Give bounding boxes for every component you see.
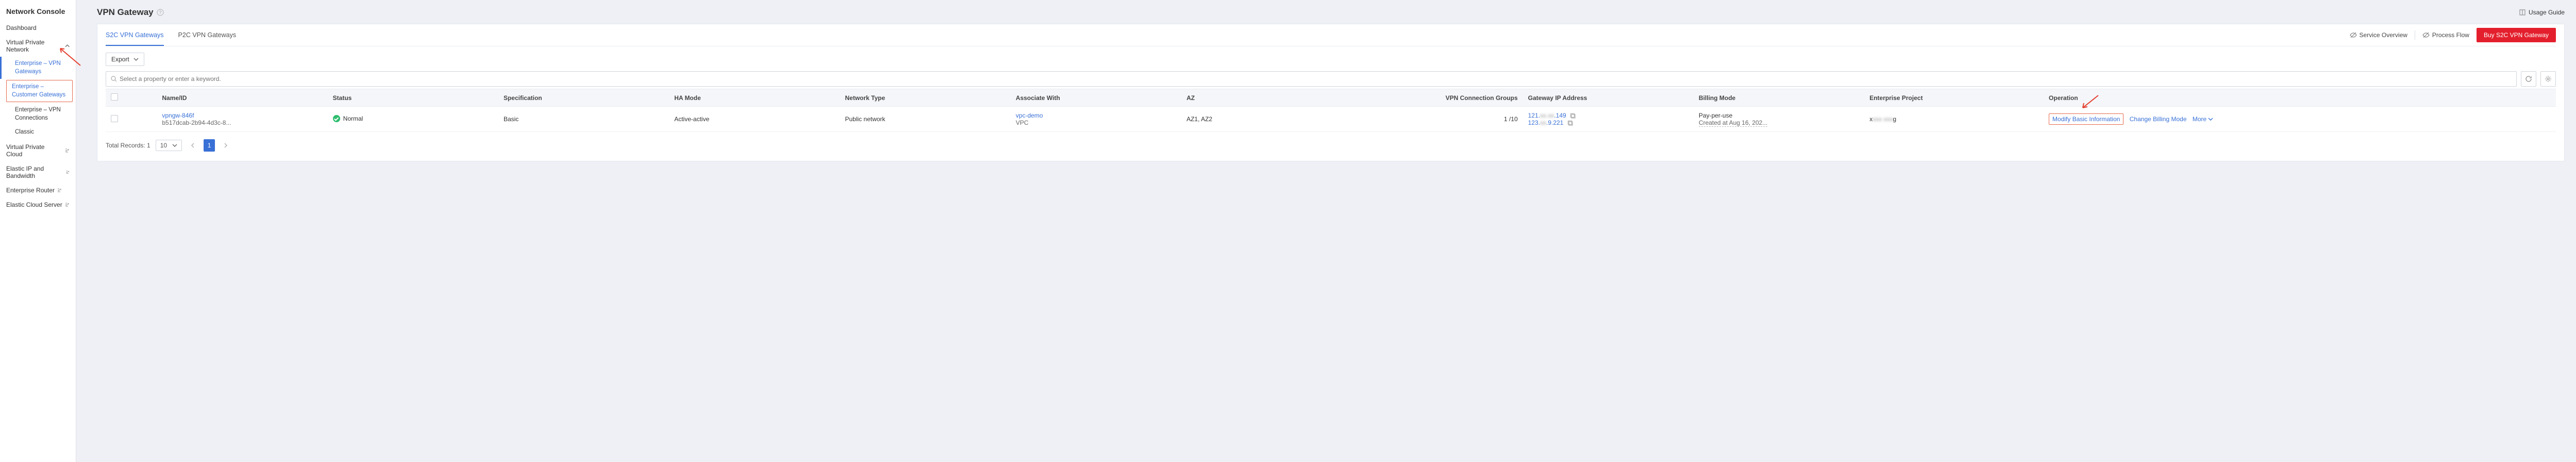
col-ep: Enterprise Project bbox=[1864, 89, 2044, 107]
tab-p2c[interactable]: P2C VPN Gateways bbox=[178, 24, 237, 46]
help-icon[interactable]: ? bbox=[157, 9, 164, 16]
col-status: Status bbox=[328, 89, 498, 107]
check-icon bbox=[333, 115, 340, 122]
tabs: S2C VPN Gateways P2C VPN Gateways bbox=[106, 24, 236, 46]
associate-type: VPC bbox=[1016, 119, 1176, 126]
gateway-id: b517dcab-2b94-4d3c-8... bbox=[162, 119, 322, 126]
row-checkbox[interactable] bbox=[111, 115, 118, 122]
sidebar-item-eip[interactable]: Elastic IP and Bandwidth bbox=[0, 161, 76, 183]
gateway-name-link[interactable]: vpngw-846f bbox=[162, 112, 194, 119]
change-billing-mode-link[interactable]: Change Billing Mode bbox=[2130, 116, 2187, 123]
refresh-button[interactable] bbox=[2521, 71, 2536, 87]
page-title: VPN Gateway ? bbox=[97, 7, 164, 18]
sidebar-item-ent-vpn-gateways[interactable]: Enterprise – VPN Gateways bbox=[0, 57, 76, 79]
eye-off-icon bbox=[2350, 31, 2357, 39]
billing-date: Created at Aug 16, 202... bbox=[1699, 119, 1767, 127]
usage-guide-link[interactable]: Usage Guide bbox=[2519, 9, 2565, 16]
gear-icon bbox=[2545, 75, 2552, 82]
search-input[interactable] bbox=[118, 73, 2512, 85]
process-flow-link[interactable]: Process Flow bbox=[2422, 31, 2469, 39]
sidebar-item-enterprise-router[interactable]: Enterprise Router bbox=[0, 183, 76, 197]
col-assoc: Associate With bbox=[1011, 89, 1181, 107]
table-row: vpngw-846f b517dcab-2b94-4d3c-8... Norma… bbox=[106, 107, 2556, 132]
export-button[interactable]: Export bbox=[106, 53, 144, 66]
page-size-select[interactable]: 10 bbox=[156, 140, 182, 151]
col-groups: VPN Connection Groups bbox=[1361, 89, 1523, 107]
search-icon bbox=[110, 75, 118, 82]
content-panel: S2C VPN Gateways P2C VPN Gateways Servic… bbox=[97, 24, 2565, 161]
sidebar-item-ent-vpn-connections[interactable]: Enterprise – VPN Connections bbox=[0, 103, 76, 125]
cell-az: AZ1, AZ2 bbox=[1181, 107, 1361, 132]
main-content: VPN Gateway ? Usage Guide S2C VPN Gatewa… bbox=[76, 0, 2576, 462]
cell-spec: Basic bbox=[498, 107, 669, 132]
next-page-button[interactable] bbox=[220, 139, 231, 152]
modify-basic-info-link[interactable]: Modify Basic Information bbox=[2049, 113, 2123, 125]
cell-ha: Active-active bbox=[669, 107, 840, 132]
sidebar: Network Console Dashboard Virtual Privat… bbox=[0, 0, 76, 462]
external-link-icon bbox=[57, 188, 62, 193]
associate-link[interactable]: vpc-demo bbox=[1016, 112, 1043, 119]
eye-off-icon bbox=[2422, 31, 2430, 39]
col-op: Operation bbox=[2044, 89, 2556, 107]
chevron-left-icon bbox=[190, 143, 195, 148]
search-input-wrapper bbox=[106, 71, 2517, 87]
gateway-ip-1[interactable]: 121.xx.xx.149 bbox=[1528, 112, 1568, 119]
col-gwip: Gateway IP Address bbox=[1523, 89, 1694, 107]
refresh-icon bbox=[2525, 75, 2532, 82]
page-number-current[interactable]: 1 bbox=[204, 139, 215, 152]
chevron-down-icon bbox=[133, 57, 139, 62]
col-ha: HA Mode bbox=[669, 89, 840, 107]
external-link-icon bbox=[65, 170, 70, 175]
svg-text:?: ? bbox=[159, 10, 162, 15]
book-icon bbox=[2519, 9, 2526, 16]
sidebar-title: Network Console bbox=[0, 4, 76, 21]
table-header-row: Name/ID Status Specification HA Mode Net… bbox=[106, 89, 2556, 107]
vpn-gateway-table: Name/ID Status Specification HA Mode Net… bbox=[106, 89, 2556, 132]
service-overview-link[interactable]: Service Overview bbox=[2350, 31, 2407, 39]
select-all-checkbox[interactable] bbox=[111, 93, 118, 101]
settings-button[interactable] bbox=[2540, 71, 2556, 87]
sidebar-item-classic[interactable]: Classic bbox=[0, 125, 76, 140]
cell-groups: 1 /10 bbox=[1361, 107, 1523, 132]
sidebar-item-vpn[interactable]: Virtual Private Network bbox=[0, 35, 76, 57]
sidebar-item-vpc[interactable]: Virtual Private Cloud bbox=[0, 140, 76, 161]
chevron-right-icon bbox=[223, 143, 228, 148]
copy-icon[interactable] bbox=[1570, 113, 1576, 119]
sidebar-item-ent-customer-gateways[interactable]: Enterprise – Customer Gateways bbox=[6, 80, 73, 102]
col-az: AZ bbox=[1181, 89, 1361, 107]
external-link-icon bbox=[64, 148, 70, 153]
col-spec: Specification bbox=[498, 89, 669, 107]
billing-mode: Pay-per-use bbox=[1699, 112, 1859, 119]
tab-s2c[interactable]: S2C VPN Gateways bbox=[106, 24, 164, 46]
cell-ep: xxxx xxxg bbox=[1864, 107, 2044, 132]
col-net: Network Type bbox=[840, 89, 1011, 107]
gateway-ip-2[interactable]: 123.xx.9.221 bbox=[1528, 119, 1565, 126]
col-billing: Billing Mode bbox=[1694, 89, 1864, 107]
more-dropdown[interactable]: More bbox=[2193, 116, 2213, 123]
sidebar-item-ecs[interactable]: Elastic Cloud Server bbox=[0, 197, 76, 212]
chevron-down-icon bbox=[2208, 117, 2213, 122]
buy-vpn-gateway-button[interactable]: Buy S2C VPN Gateway bbox=[2477, 28, 2556, 42]
chevron-down-icon bbox=[172, 143, 177, 148]
pagination: Total Records: 1 10 1 bbox=[106, 132, 2556, 152]
sidebar-item-dashboard[interactable]: Dashboard bbox=[0, 21, 76, 35]
chevron-up-icon bbox=[65, 43, 70, 48]
prev-page-button[interactable] bbox=[187, 139, 198, 152]
status-badge: Normal bbox=[333, 115, 363, 122]
cell-net: Public network bbox=[840, 107, 1011, 132]
external-link-icon bbox=[64, 202, 70, 207]
col-name: Name/ID bbox=[157, 89, 327, 107]
copy-icon[interactable] bbox=[1567, 120, 1574, 126]
total-records: Total Records: 1 bbox=[106, 142, 150, 149]
